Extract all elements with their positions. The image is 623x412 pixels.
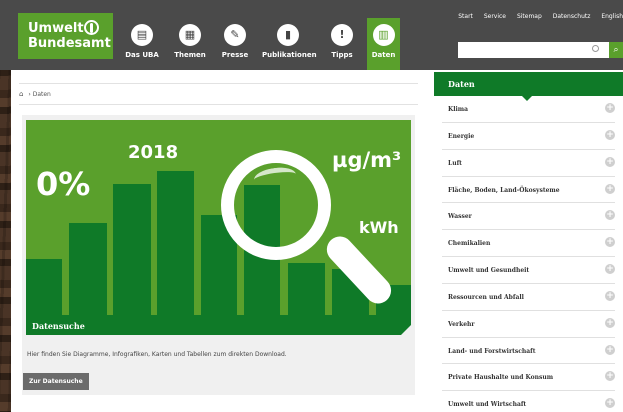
sidebar-item-wasser[interactable]: Wasser + — [442, 203, 615, 231]
logo-text-line1: Umwelt — [28, 21, 84, 36]
nav-label: Daten — [371, 51, 396, 59]
nav-item-presse[interactable]: ✎ Presse — [218, 18, 252, 70]
search-input[interactable] — [458, 42, 609, 58]
top-link-start[interactable]: Start — [458, 13, 473, 20]
nav-item-das-uba[interactable]: ▤ Das UBA — [122, 18, 162, 70]
sidebar-item-label: Umwelt und Gesundheit — [448, 267, 530, 275]
nav-label: Das UBA — [125, 51, 159, 59]
sidebar-title: Daten — [434, 72, 623, 101]
sidebar-item-luft[interactable]: Luft + — [442, 150, 615, 177]
plus-circle-icon[interactable]: + — [605, 237, 615, 248]
zur-datensuche-button[interactable]: Zur Datensuche — [23, 373, 89, 390]
plus-circle-icon[interactable]: + — [605, 183, 615, 194]
leaf-icon — [84, 20, 99, 35]
plus-circle-icon[interactable]: + — [605, 103, 615, 113]
plus-circle-icon[interactable]: + — [605, 156, 615, 167]
nav-label: Publikationen — [262, 51, 317, 59]
plus-circle-icon[interactable]: + — [605, 344, 615, 355]
sidebar-item-label: Chemikalien — [448, 240, 491, 248]
sidebar-item-label: Private Haushalte und Konsum — [448, 374, 554, 382]
divider — [19, 83, 418, 84]
plus-circle-icon[interactable]: + — [605, 129, 615, 140]
teaser-percent: 0% — [36, 165, 91, 203]
teaser-unit-top: µg/m³ — [332, 148, 402, 172]
datensuche-card: 0% 2018 µg/m³ kWh Datensuche Hier finden… — [22, 115, 415, 395]
plus-circle-icon[interactable]: + — [605, 290, 615, 301]
building-icon: ▤ — [131, 24, 153, 46]
teaser-corner-decoration — [401, 325, 411, 335]
teaser-description: Hier finden Sie Diagramme, Infografiken,… — [27, 351, 287, 358]
nav-item-themen[interactable]: ▦ Themen — [171, 18, 209, 70]
breadcrumb: ⌂ › Daten — [19, 90, 51, 98]
newspaper-icon: ✎ — [224, 24, 246, 46]
lightbulb-icon: ! — [331, 24, 353, 46]
sidebar-item-chemikalien[interactable]: Chemikalien + — [442, 230, 615, 258]
nav-item-publikationen[interactable]: ▮ Publikationen — [262, 18, 317, 70]
sidebar-item-label: Wasser — [448, 213, 472, 221]
nav-label: Tipps — [331, 51, 353, 59]
search-clear-icon — [592, 45, 599, 52]
sidebar: Daten Klima + Energie + Luft + Fläche, Bode… — [434, 70, 623, 412]
magnifier-icon — [221, 150, 331, 260]
plus-circle-icon[interactable]: + — [605, 317, 615, 328]
teaser-bar-decoration — [288, 263, 325, 315]
sidebar-item-flaeche-boden[interactable]: Fläche, Boden, Land-Ökosysteme + — [442, 177, 615, 204]
bar-chart-icon: ▥ — [372, 24, 395, 46]
main-content: ⌂ › Daten 0% 2018 µg/m³ kWh Datensuche H… — [11, 70, 434, 412]
plus-circle-icon[interactable]: + — [605, 264, 615, 275]
top-link-datenschutz[interactable]: Datenschutz — [553, 13, 591, 20]
site-header: Umwelt Bundesamt ▤ Das UBA ▦ Themen ✎ Pr… — [0, 0, 623, 70]
sidebar-item-label: Luft — [448, 159, 462, 167]
teaser-bar-decoration — [157, 171, 194, 315]
sidebar-item-land-forst[interactable]: Land- und Forstwirtschaft + — [442, 338, 615, 365]
sidebar-item-label: Energie — [448, 132, 475, 140]
teaser-caption: Datensuche — [26, 315, 411, 335]
teaser-bar-decoration — [26, 259, 62, 315]
sidebar-list: Klima + Energie + Luft + Fläche, Boden, Lan… — [434, 96, 623, 412]
teaser-bar-decoration — [113, 184, 151, 315]
sidebar-item-label: Land- und Forstwirtschaft — [448, 347, 536, 355]
sidebar-item-energie[interactable]: Energie + — [442, 123, 615, 150]
search-button[interactable]: ⌕ — [609, 42, 623, 58]
divider — [19, 104, 418, 105]
sidebar-item-umwelt-gesundheit[interactable]: Umwelt und Gesundheit + — [442, 257, 615, 284]
sidebar-item-label: Umwelt und Wirtschaft — [448, 401, 527, 409]
top-link-service[interactable]: Service — [484, 13, 506, 20]
grid-icon: ▦ — [179, 24, 201, 46]
breadcrumb-separator: › — [28, 91, 31, 98]
sidebar-item-label: Verkehr — [448, 320, 475, 328]
home-icon[interactable]: ⌂ — [19, 90, 23, 98]
sidebar-item-label: Ressourcen und Abfall — [448, 293, 524, 301]
sidebar-item-verkehr[interactable]: Verkehr + — [442, 311, 615, 338]
breadcrumb-current: Daten — [32, 91, 51, 98]
sidebar-item-umwelt-wirtschaft[interactable]: Umwelt und Wirtschaft + — [442, 391, 615, 412]
sidebar-item-label: Klima — [448, 106, 469, 113]
sidebar-item-label: Fläche, Boden, Land-Ökosysteme — [448, 186, 560, 194]
uba-logo[interactable]: Umwelt Bundesamt — [18, 13, 113, 59]
plus-circle-icon[interactable]: + — [605, 398, 615, 409]
nav-label: Presse — [221, 51, 249, 59]
plus-circle-icon[interactable]: + — [605, 371, 615, 382]
top-link-english[interactable]: English — [601, 13, 623, 20]
datensuche-teaser-image[interactable]: 0% 2018 µg/m³ kWh Datensuche — [26, 120, 411, 335]
nav-label: Themen — [174, 51, 206, 59]
logo-text-line2: Bundesamt — [28, 36, 111, 51]
nav-item-daten[interactable]: ▥ Daten — [367, 18, 400, 70]
teaser-unit-mid: kWh — [359, 218, 399, 237]
plus-circle-icon[interactable]: + — [605, 210, 615, 221]
teaser-year: 2018 — [128, 142, 179, 163]
top-link-sitemap[interactable]: Sitemap — [517, 13, 542, 20]
sidebar-item-ressourcen-abfall[interactable]: Ressourcen und Abfall + — [442, 284, 615, 311]
sidebar-item-private-haushalte[interactable]: Private Haushalte und Konsum + — [442, 364, 615, 392]
book-icon: ▮ — [277, 24, 299, 46]
sidebar-item-klima[interactable]: Klima + — [442, 96, 615, 123]
top-links: Start Service Sitemap Datenschutz Englis… — [449, 13, 623, 20]
nav-item-tipps[interactable]: ! Tipps — [325, 18, 359, 70]
teaser-bar-decoration — [69, 223, 107, 315]
